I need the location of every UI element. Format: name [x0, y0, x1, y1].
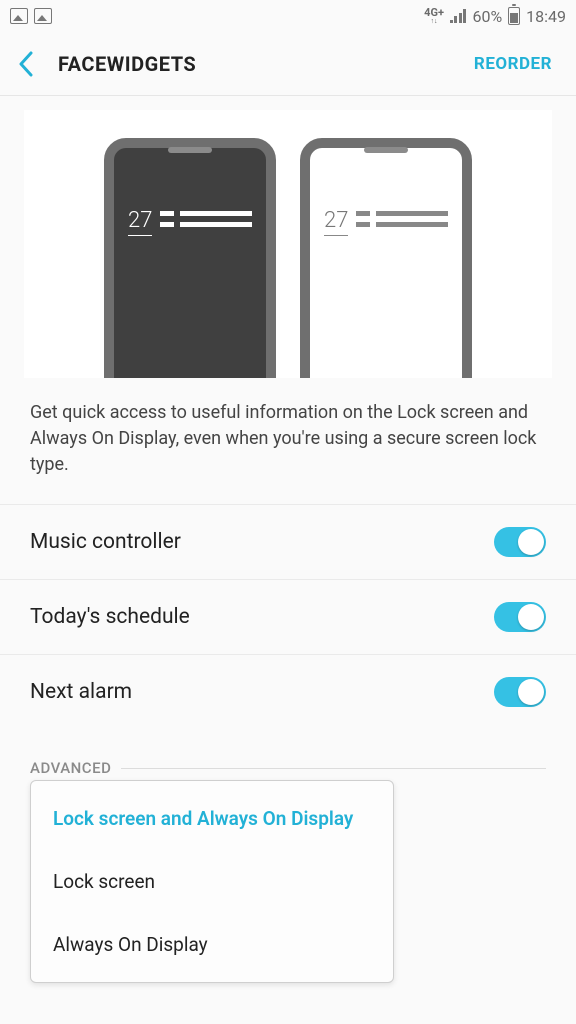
toggle-switch[interactable] [494, 527, 546, 557]
dropdown-option[interactable]: Lock screen and Always On Display [31, 787, 393, 850]
toggle-label: Today's schedule [30, 605, 190, 629]
signal-icon [450, 9, 467, 23]
section-header-advanced: ADVANCED [0, 729, 576, 785]
image-icon [34, 8, 52, 24]
dropdown-option[interactable]: Lock screen [31, 850, 393, 913]
display-mode-dropdown: Lock screen and Always On Display Lock s… [30, 780, 394, 983]
preview-illustration: 27 27 [24, 110, 552, 378]
toggle-row-music[interactable]: Music controller [0, 504, 576, 579]
battery-percent: 60% [472, 7, 502, 26]
preview-date: 27 [324, 208, 348, 233]
network-type: 4G+↑↓ [424, 7, 444, 25]
toggle-row-schedule[interactable]: Today's schedule [0, 579, 576, 654]
status-bar: 4G+↑↓ 60% 18:49 [0, 0, 576, 32]
preview-date: 27 [128, 208, 152, 233]
image-icon [10, 8, 28, 24]
status-notifications [10, 8, 52, 24]
toggle-label: Music controller [30, 530, 181, 554]
toggle-switch[interactable] [494, 602, 546, 632]
description-text: Get quick access to useful information o… [0, 378, 576, 504]
app-header: FACEWIDGETS REORDER [0, 32, 576, 96]
reorder-button[interactable]: REORDER [474, 54, 552, 74]
clock: 18:49 [526, 7, 566, 26]
dropdown-option[interactable]: Always On Display [31, 913, 393, 976]
toggle-row-alarm[interactable]: Next alarm [0, 654, 576, 729]
toggle-label: Next alarm [30, 680, 132, 704]
back-button[interactable] [18, 51, 34, 77]
battery-icon [508, 7, 520, 25]
page-title: FACEWIDGETS [58, 52, 474, 76]
phone-light-mockup: 27 [300, 138, 472, 378]
phone-dark-mockup: 27 [104, 138, 276, 378]
toggle-switch[interactable] [494, 677, 546, 707]
status-right: 4G+↑↓ 60% 18:49 [424, 7, 566, 26]
